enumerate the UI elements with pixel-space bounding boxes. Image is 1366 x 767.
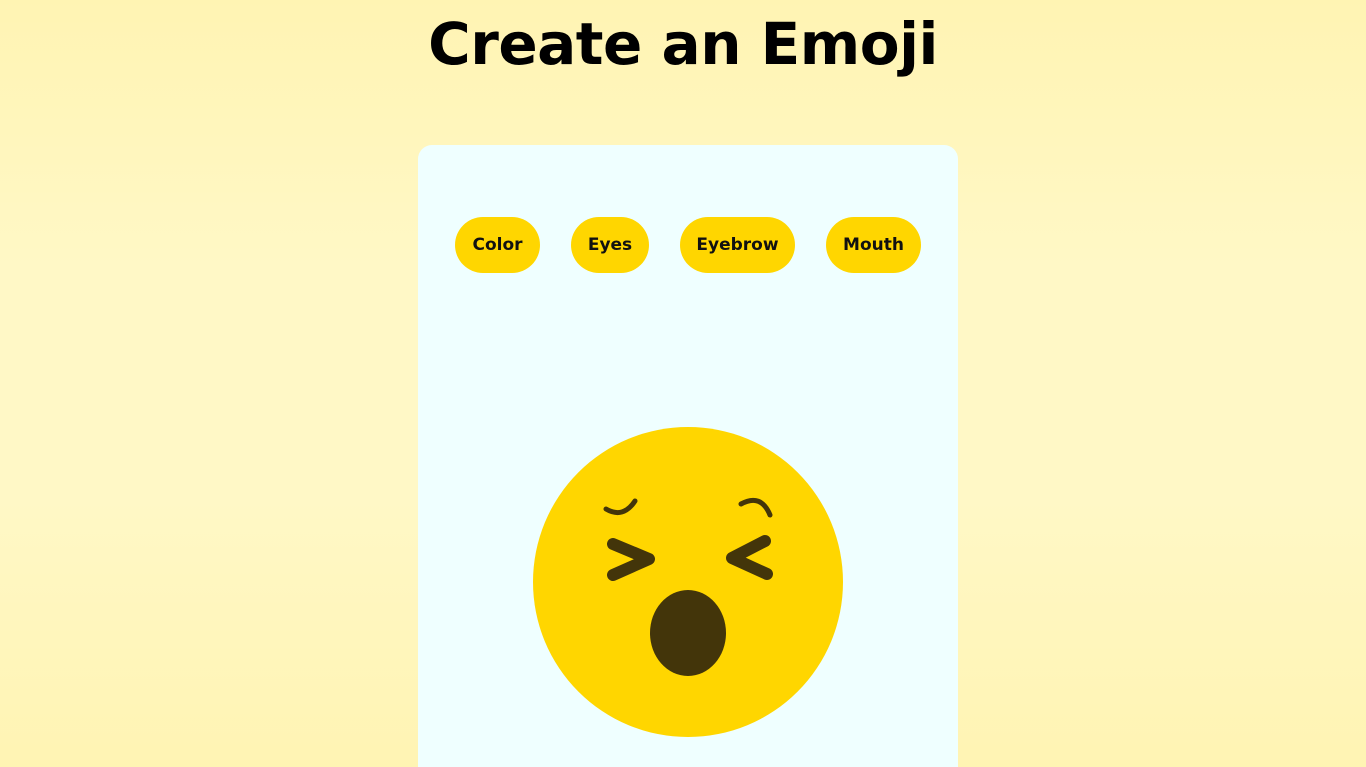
eyes-tab-button[interactable]: Eyes (571, 217, 649, 273)
emoji-editor-card: Color Eyes Eyebrow Mouth (418, 145, 958, 767)
open-oval-mouth-icon (650, 590, 726, 676)
emoji-preview (533, 427, 843, 737)
page-title: Create an Emoji (428, 10, 938, 78)
emoji-face (533, 427, 843, 737)
color-tab-button[interactable]: Color (455, 217, 540, 273)
mouth-tab-button[interactable]: Mouth (826, 217, 921, 273)
eyebrow-tab-button[interactable]: Eyebrow (680, 217, 795, 273)
category-tabs: Color Eyes Eyebrow Mouth (418, 217, 958, 273)
